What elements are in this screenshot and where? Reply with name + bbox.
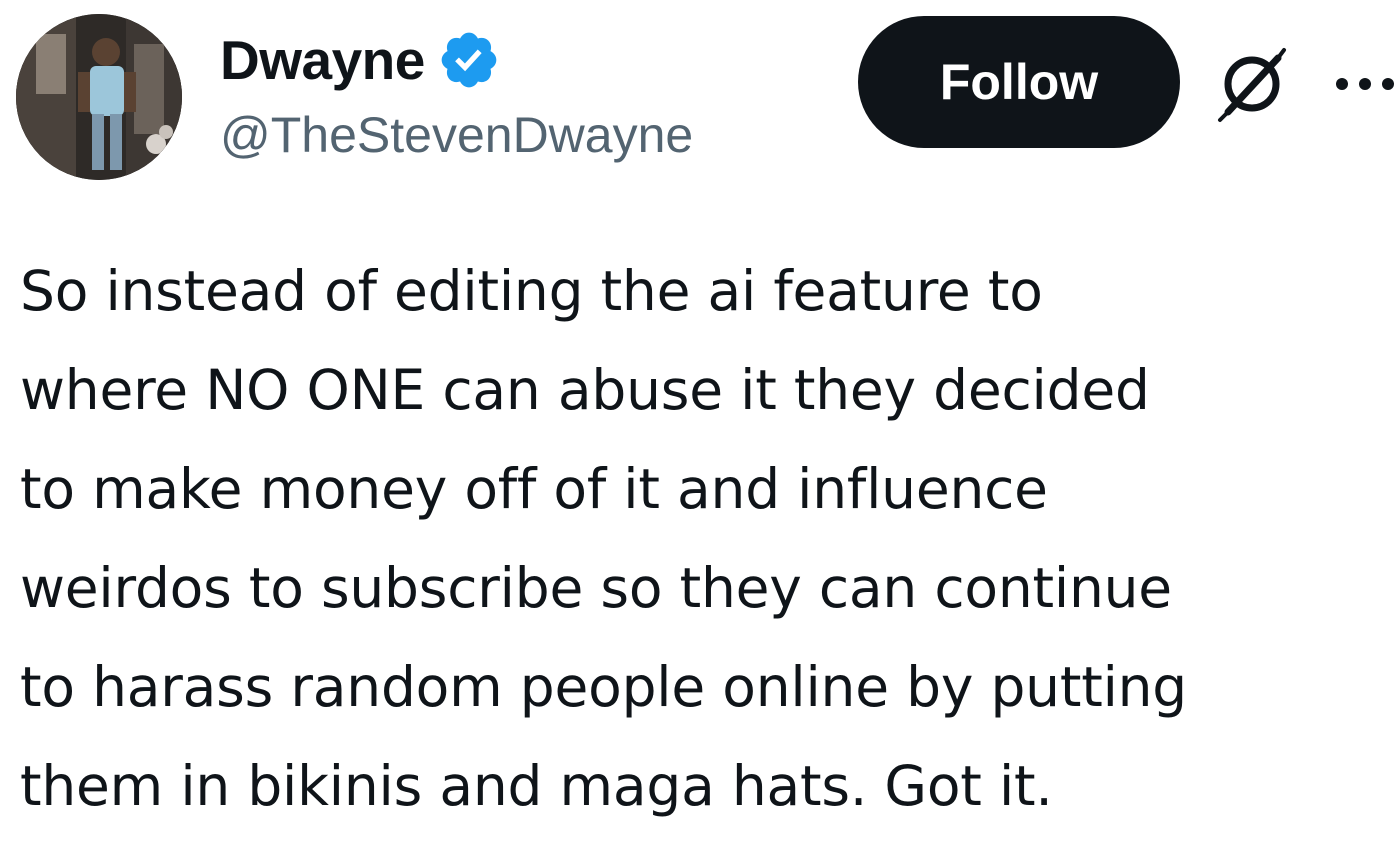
follow-button[interactable]: Follow [858,16,1180,148]
name-row: Dwayne [220,28,693,92]
more-icon[interactable] [1334,64,1396,104]
author-block: Dwayne @TheStevenDwayne [220,28,693,160]
avatar-image [16,14,182,180]
tweet-header: Dwayne @TheStevenDwayne Follow [16,14,1396,182]
grok-icon[interactable] [1212,44,1292,124]
tweet-card: Dwayne @TheStevenDwayne Follow So instea… [0,0,1400,852]
author-handle[interactable]: @TheStevenDwayne [220,110,693,160]
avatar[interactable] [16,14,182,180]
tweet-text: So instead of editing the ai feature to … [20,259,1188,818]
verified-badge-icon[interactable] [437,28,501,92]
display-name[interactable]: Dwayne [220,32,425,88]
